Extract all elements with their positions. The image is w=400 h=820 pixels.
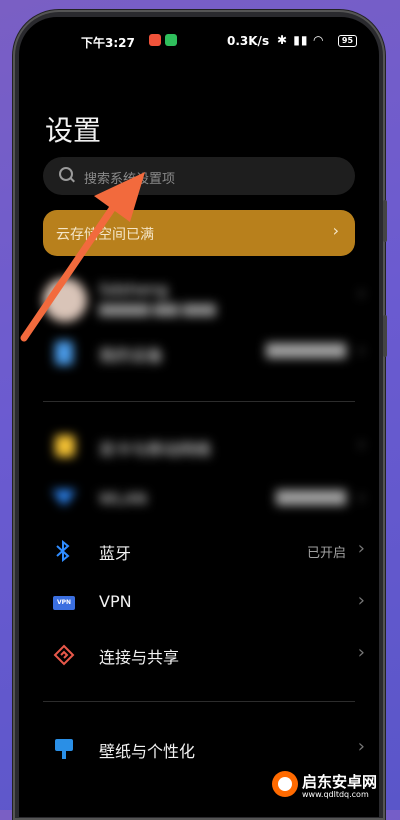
notification-app-icon bbox=[149, 34, 161, 46]
vpn-icon: VPN bbox=[53, 596, 75, 610]
account-row[interactable]: Sdsheng ██████ ███ ████ › bbox=[19, 272, 379, 328]
row-label: 壁纸与个性化 bbox=[99, 742, 196, 761]
device-icon bbox=[55, 341, 73, 365]
chevron-right-icon: › bbox=[357, 283, 365, 304]
wifi-icon bbox=[52, 490, 76, 506]
notification-app-icon bbox=[165, 34, 177, 46]
chevron-right-icon: › bbox=[357, 538, 365, 559]
battery-icon: 95 bbox=[338, 35, 357, 47]
power-button bbox=[383, 315, 387, 357]
chevron-right-icon: › bbox=[357, 736, 365, 757]
row-wallpaper[interactable]: 壁纸与个性化 › bbox=[19, 725, 379, 773]
row-connection-share[interactable]: 连接与共享 › bbox=[19, 631, 379, 679]
row-vpn[interactable]: VPN VPN › bbox=[19, 579, 379, 627]
watermark: 启东安卓网 www.qdltdq.com bbox=[272, 771, 394, 805]
volume-button bbox=[383, 200, 387, 242]
settings-screen: 下午3:27 0.3K/s ✱ ▮▮ ◠ 95 设置 搜索系统设置项 云存储空间… bbox=[19, 17, 379, 817]
section-divider bbox=[43, 701, 355, 702]
account-name: Sdsheng bbox=[99, 280, 168, 299]
search-icon bbox=[59, 167, 73, 181]
row-wlan[interactable]: WLAN ███████ › bbox=[19, 476, 379, 524]
bluetooth-icon bbox=[56, 540, 70, 562]
chevron-right-icon: › bbox=[357, 642, 365, 663]
watermark-title: 启东安卓网 bbox=[302, 773, 378, 791]
watermark-url: www.qdltdq.com bbox=[302, 790, 369, 799]
account-subtitle: ██████ ███ ████ bbox=[99, 304, 216, 317]
page-title: 设置 bbox=[45, 114, 102, 147]
watermark-logo-icon bbox=[272, 771, 298, 797]
row-label: 双卡与移动网络 bbox=[99, 440, 212, 459]
storage-full-banner[interactable]: 云存储空间已满 › bbox=[43, 210, 355, 256]
chevron-right-icon: › bbox=[357, 590, 365, 611]
banner-text: 云存储空间已满 bbox=[56, 227, 154, 243]
row-label: 我的设备 bbox=[99, 346, 164, 365]
row-my-device[interactable]: 我的设备 ████████ › bbox=[19, 329, 379, 377]
row-bluetooth[interactable]: 蓝牙 已开启 › bbox=[19, 527, 379, 575]
chevron-right-icon: › bbox=[357, 340, 365, 361]
wallpaper-icon bbox=[55, 739, 73, 751]
sim-icon bbox=[55, 435, 75, 457]
connection-share-icon bbox=[53, 644, 75, 666]
row-value: ███████ bbox=[276, 491, 346, 506]
chevron-right-icon: › bbox=[357, 487, 365, 508]
status-time: 下午3:27 bbox=[81, 36, 135, 50]
bluetooth-status: 已开启 bbox=[306, 546, 346, 561]
wallpaper-icon-stand bbox=[62, 751, 66, 759]
status-bar: 下午3:27 0.3K/s ✱ ▮▮ ◠ 95 bbox=[19, 30, 379, 52]
network-speed: 0.3K/s bbox=[227, 34, 270, 48]
search-input[interactable]: 搜索系统设置项 bbox=[43, 157, 355, 195]
row-label: 蓝牙 bbox=[99, 544, 132, 563]
chevron-right-icon: › bbox=[332, 221, 339, 240]
row-label: VPN bbox=[99, 592, 132, 611]
signal-icons: ✱ ▮▮ ◠ bbox=[277, 33, 324, 47]
avatar bbox=[43, 278, 87, 322]
section-divider bbox=[43, 401, 355, 402]
row-value: ████████ bbox=[266, 344, 346, 359]
row-sim-network[interactable]: 双卡与移动网络 › bbox=[19, 423, 379, 471]
row-label: WLAN bbox=[99, 489, 148, 508]
search-placeholder: 搜索系统设置项 bbox=[84, 172, 176, 187]
chevron-right-icon: › bbox=[357, 434, 365, 455]
row-label: 连接与共享 bbox=[99, 648, 180, 667]
